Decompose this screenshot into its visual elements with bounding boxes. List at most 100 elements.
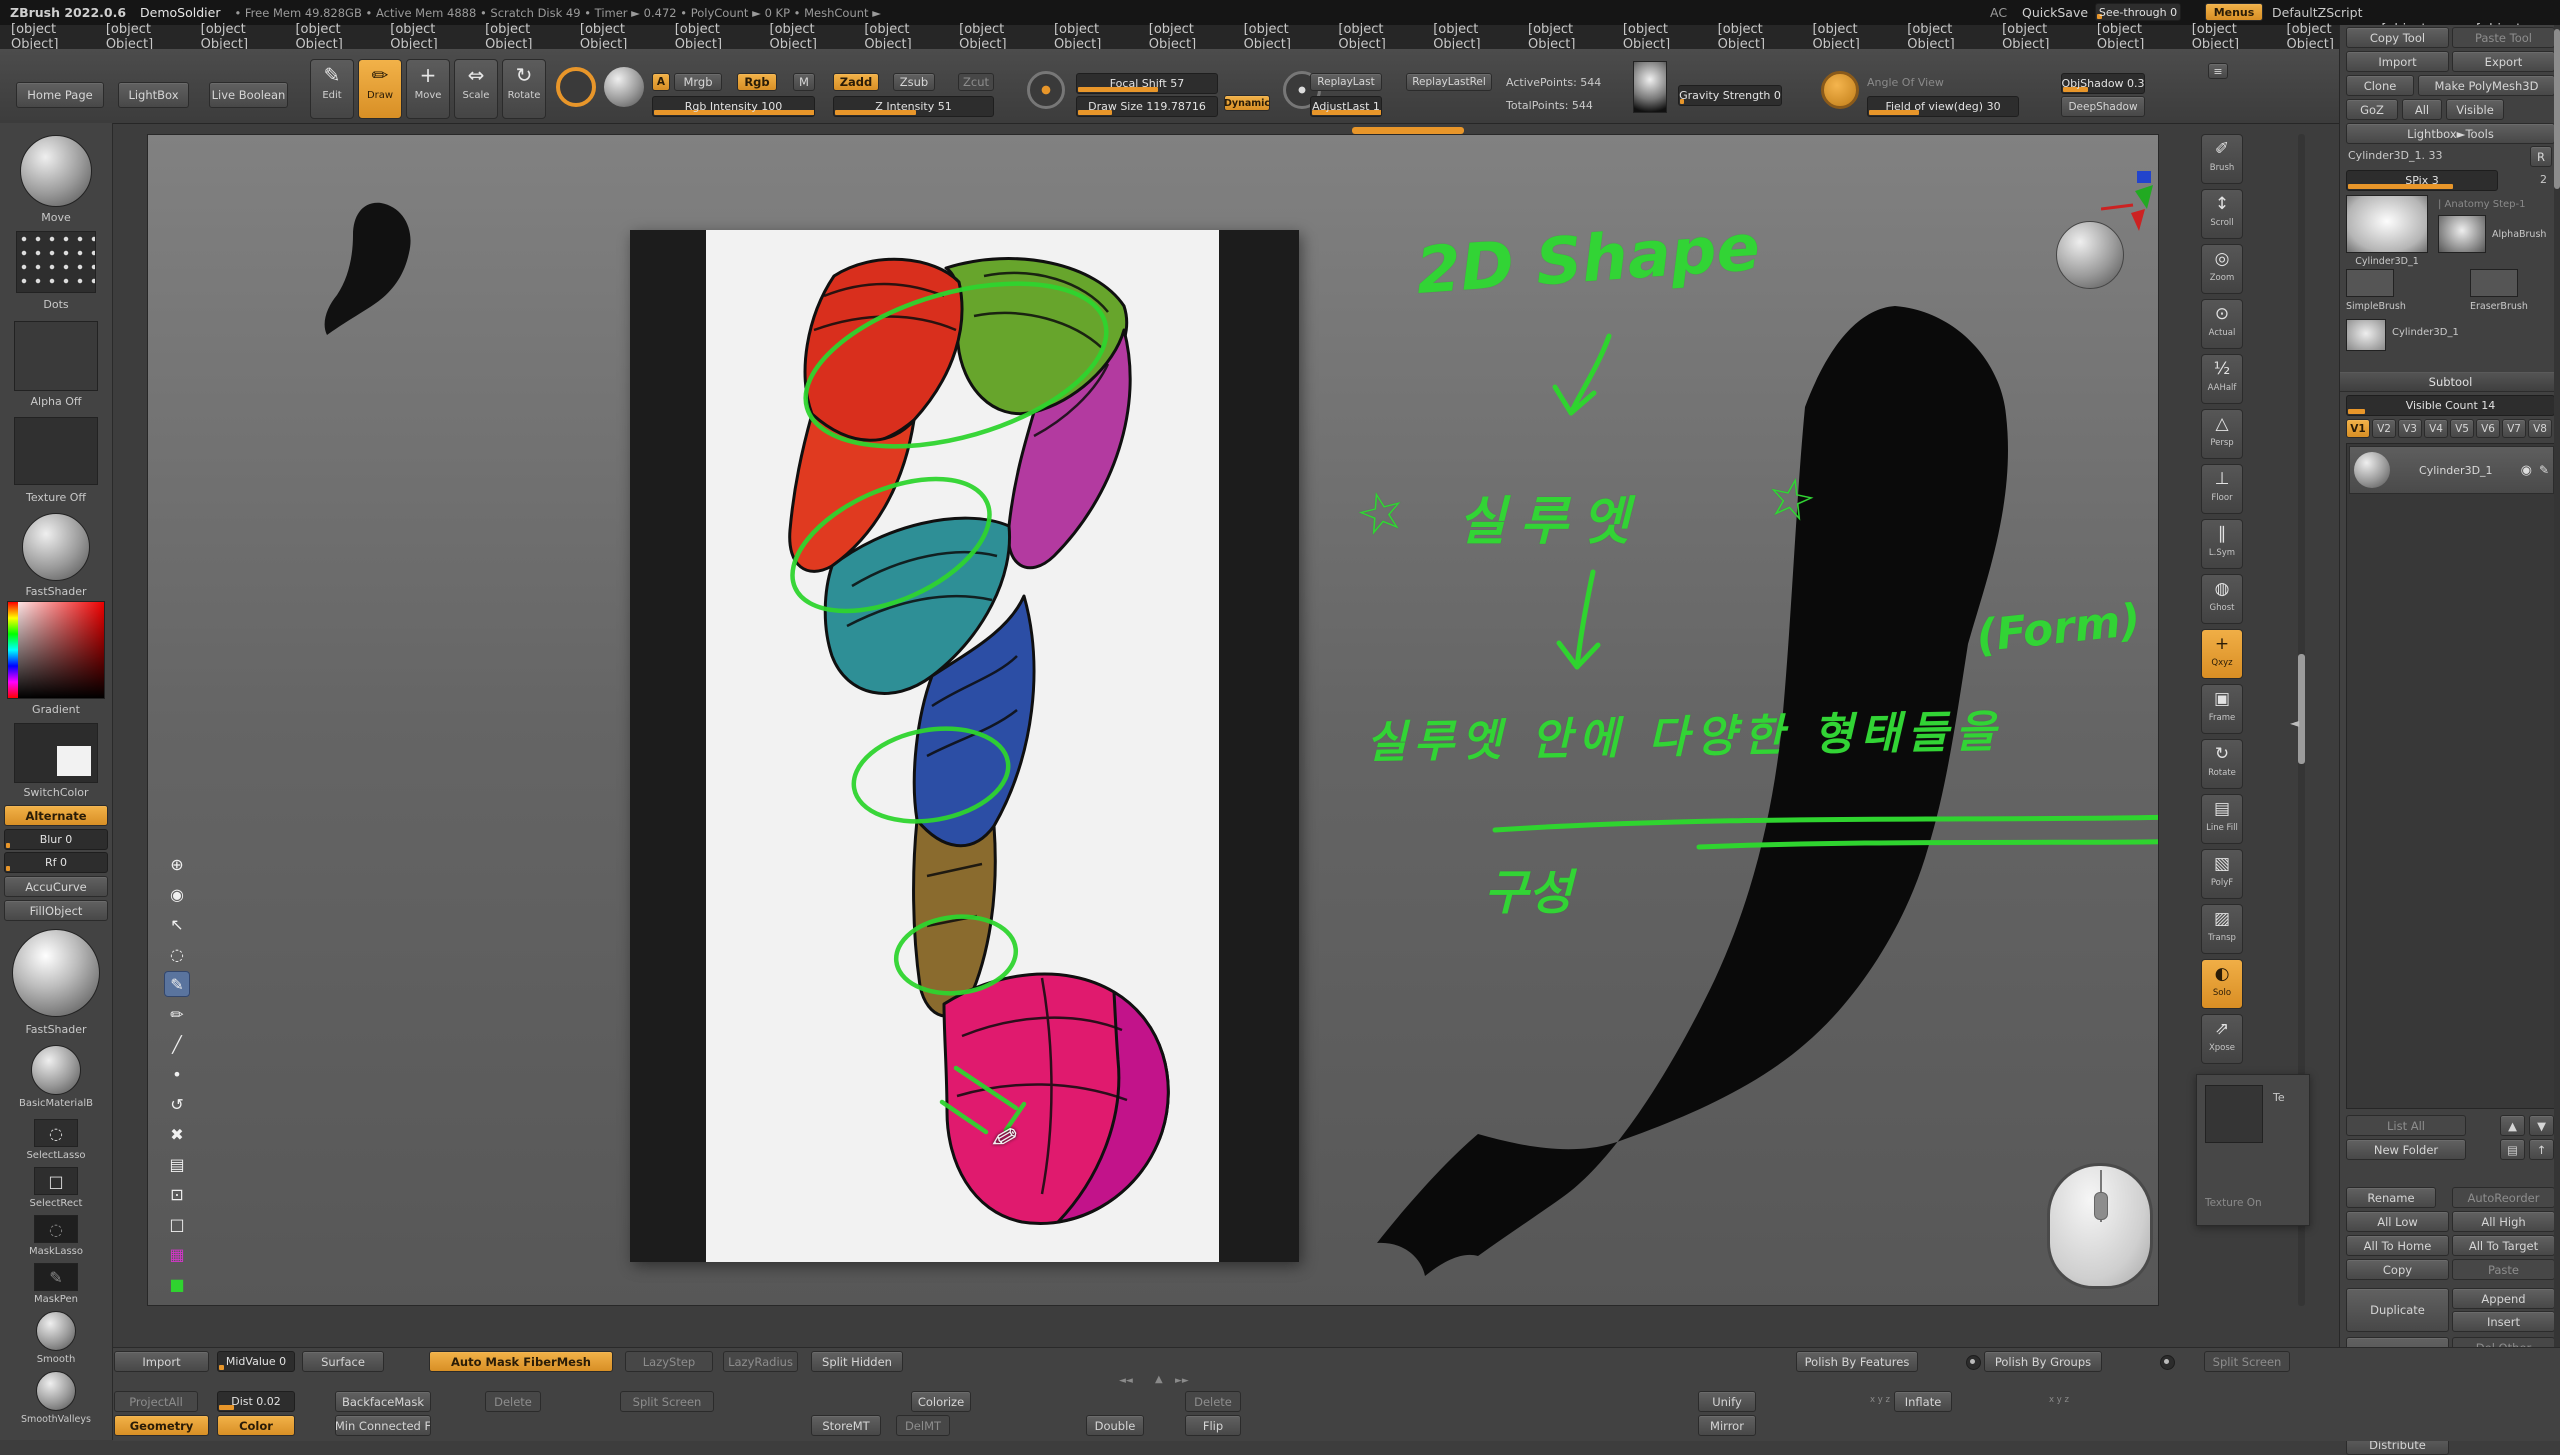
storemt-button[interactable]: StoreMT [811, 1415, 881, 1436]
menu-item[interactable]: [object Object] [0, 25, 95, 49]
split-screen-button-2[interactable]: Split Screen [620, 1391, 714, 1412]
lazystep-button[interactable]: LazyStep [625, 1351, 713, 1372]
rename-button[interactable]: Rename [2346, 1187, 2436, 1208]
menu-item[interactable]: [object Object] [1043, 25, 1138, 49]
color-tab[interactable]: Color [217, 1415, 295, 1436]
lightbox-button[interactable]: LightBox [118, 82, 189, 108]
lightbox-tools-button[interactable]: Lightbox►Tools [2346, 123, 2555, 144]
defaultzscript-button[interactable]: DefaultZScript [2272, 5, 2363, 20]
make-polymesh-button[interactable]: Make PolyMesh3D [2418, 75, 2555, 96]
dist-slider[interactable]: Dist 0.02 [217, 1391, 295, 1412]
tool-strip-button[interactable]: ↺ [164, 1091, 190, 1117]
new-folder-button[interactable]: New Folder [2346, 1139, 2466, 1160]
version-tab[interactable]: V6 [2476, 419, 2500, 438]
tool-strip-button[interactable]: ▤ [164, 1151, 190, 1177]
menu-item[interactable]: [object Object] [474, 25, 569, 49]
delete-button-row2[interactable]: Delete [485, 1391, 541, 1412]
rotate-button[interactable]: ↻Rotate [502, 59, 546, 119]
import-button-bottom[interactable]: Import [114, 1351, 209, 1372]
texture-off-thumbnail[interactable] [14, 417, 98, 485]
split-screen-button-1[interactable]: Split Screen [2204, 1351, 2290, 1372]
focal-shift-slider[interactable]: Focal Shift 57 [1076, 73, 1218, 94]
alpha-thumbnail[interactable] [1633, 61, 1667, 113]
goz-all-button[interactable]: All [2402, 99, 2442, 120]
shelf-button[interactable]: ⇗Xpose [2201, 1014, 2243, 1064]
backfacemask-button[interactable]: BackfaceMask [335, 1391, 431, 1412]
shelf-scrollbar-thumb[interactable] [2298, 654, 2305, 764]
all-to-home-button[interactable]: All To Home [2346, 1235, 2449, 1256]
home-page-button[interactable]: Home Page [16, 82, 104, 108]
fastshader-thumbnail[interactable] [22, 513, 90, 581]
material-thumbnail[interactable] [12, 929, 100, 1017]
panel-collapse-arrow[interactable]: ◄ [2290, 716, 2299, 730]
edit-button[interactable]: ✎Edit [310, 59, 354, 119]
toolbar-scroll-indicator[interactable] [1352, 127, 1464, 134]
import-button[interactable]: Import [2346, 51, 2449, 72]
shelf-button[interactable]: ✐Brush [2201, 134, 2243, 184]
adjust-last-slider[interactable]: AdjustLast 1 [1310, 96, 1382, 117]
quicksave-button[interactable]: QuickSave [2022, 5, 2088, 20]
folder-up-icon[interactable]: ↑ [2529, 1139, 2554, 1160]
shelf-button[interactable]: ▤Line Fill [2201, 794, 2243, 844]
subtool-down-icon[interactable]: ▼ [2529, 1115, 2554, 1136]
tool-strip-button[interactable]: ⊡ [164, 1181, 190, 1207]
unify-xyz-label[interactable]: x y z [1870, 1395, 1890, 1405]
shelf-button[interactable]: ↕Scroll [2201, 189, 2243, 239]
panel-scrollbar-thumb[interactable] [2554, 29, 2560, 189]
menu-item[interactable]: [object Object] [1801, 25, 1896, 49]
scale-button[interactable]: ⇔Scale [454, 59, 498, 119]
brush-ring-icon[interactable] [556, 67, 596, 107]
shelf-button[interactable]: ∥L.Sym [2201, 519, 2243, 569]
unify-button[interactable]: Unify [1698, 1391, 1756, 1412]
shelf-button[interactable]: ⊙Actual [2201, 299, 2243, 349]
menu-item[interactable]: [object Object] [190, 25, 285, 49]
viewport-canvas[interactable]: ✎ 2D Shape ☆ 실루엣 ☆ (Form) 실루엣 안에 다양한 형태들… [147, 134, 2159, 1306]
goz-visible-button[interactable]: Visible [2446, 99, 2504, 120]
tool-strip-button[interactable]: ✎ [164, 971, 190, 997]
alternate-button[interactable]: Alternate [4, 805, 108, 826]
all-to-target-button[interactable]: All To Target [2452, 1235, 2555, 1256]
version-tab[interactable]: V2 [2372, 419, 2396, 438]
replay-last-rel-button[interactable]: ReplayLastRel [1406, 73, 1492, 91]
subtool-paint-icon[interactable]: ✎ [2539, 463, 2549, 477]
draw-button[interactable]: ✏Draw [358, 59, 402, 119]
shelf-button[interactable]: ▧PolyF [2201, 849, 2243, 899]
r-button[interactable]: R [2530, 146, 2552, 167]
deepshadow-button[interactable]: DeepShadow [2061, 96, 2145, 117]
menu-item[interactable]: [object Object] [853, 25, 948, 49]
polish-by-groups-button[interactable]: Polish By Groups [1984, 1351, 2102, 1372]
polish-features-toggle[interactable] [1966, 1355, 1981, 1370]
split-hidden-button[interactable]: Split Hidden [811, 1351, 903, 1372]
visible-count-slider[interactable]: Visible Count 14 [2346, 395, 2555, 416]
objshadow-slider[interactable]: ObjShadow 0.3 [2061, 73, 2145, 94]
masklasso-icon[interactable]: ◌ [34, 1215, 78, 1243]
inflate-button[interactable]: Inflate [1894, 1391, 1952, 1412]
live-boolean-button[interactable]: Live Boolean [209, 82, 288, 108]
insert-button[interactable]: Insert [2452, 1311, 2555, 1332]
dots-thumbnail[interactable] [16, 231, 96, 293]
version-tab[interactable]: V4 [2424, 419, 2448, 438]
menu-item[interactable]: [object Object] [95, 25, 190, 49]
menu-item[interactable]: [object Object] [759, 25, 854, 49]
auto-mask-fibermesh-button[interactable]: Auto Mask FiberMesh [429, 1351, 613, 1372]
tool-strip-button[interactable]: • [164, 1061, 190, 1087]
material-preview-icon[interactable] [604, 67, 644, 107]
clone-button[interactable]: Clone [2346, 75, 2414, 96]
mrgb-button[interactable]: Mrgb [674, 73, 722, 91]
smooth-thumbnail[interactable] [36, 1311, 76, 1351]
version-tab[interactable]: V3 [2398, 419, 2422, 438]
see-through-slider[interactable]: See-through 0 [2095, 3, 2181, 21]
copy-tool-button[interactable]: Copy Tool [2346, 27, 2449, 48]
version-tab[interactable]: V7 [2502, 419, 2526, 438]
export-button[interactable]: Export [2452, 51, 2555, 72]
all-low-button[interactable]: All Low [2346, 1211, 2449, 1232]
rf-slider[interactable]: Rf 0 [4, 852, 108, 873]
pager-right-icon[interactable]: ►► [1175, 1376, 1189, 1386]
lazyradius-button[interactable]: LazyRadius [723, 1351, 798, 1372]
flip-button[interactable]: Flip [1185, 1415, 1241, 1436]
geometry-tab[interactable]: Geometry [114, 1415, 209, 1436]
menu-item[interactable]: [object Object] [569, 25, 664, 49]
tool2-thumbnail[interactable] [2346, 319, 2386, 351]
menu-item[interactable]: [object Object] [664, 25, 759, 49]
tool-strip-button[interactable]: ⊕ [164, 851, 190, 877]
